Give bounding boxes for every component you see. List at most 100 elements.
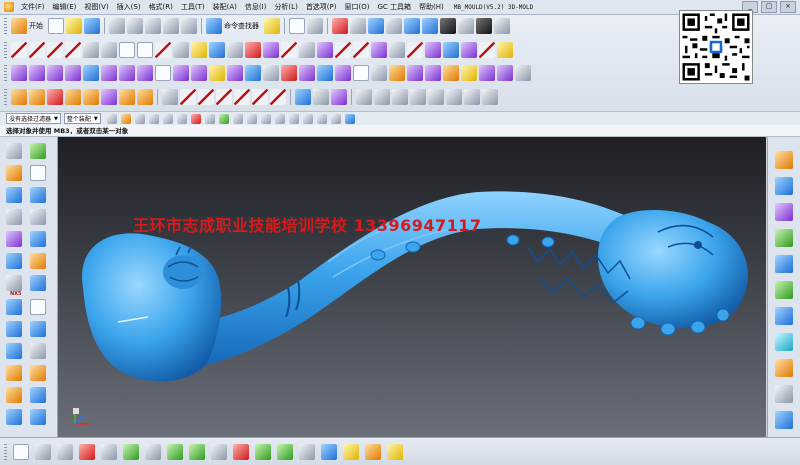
patch-icon[interactable] bbox=[353, 65, 369, 81]
type-filter-select[interactable]: 没有选择过滤器 ▼ bbox=[6, 113, 61, 124]
shell-icon[interactable] bbox=[331, 89, 347, 105]
endpoint-icon[interactable] bbox=[232, 113, 243, 124]
manufacturing-wizard-icon[interactable] bbox=[30, 231, 46, 247]
toolbar-grip[interactable] bbox=[4, 18, 7, 34]
measure-icon[interactable] bbox=[343, 443, 359, 460]
menu-assembly[interactable]: 装配(A) bbox=[209, 2, 241, 12]
swept-icon[interactable] bbox=[47, 65, 63, 81]
cut-icon[interactable] bbox=[109, 18, 125, 34]
law-extension-icon[interactable] bbox=[227, 65, 243, 81]
move-icon[interactable] bbox=[180, 89, 196, 105]
resource-icon-10[interactable] bbox=[775, 385, 793, 403]
quadrant-point-icon[interactable] bbox=[302, 113, 313, 124]
bridge-curve-icon[interactable] bbox=[299, 42, 315, 58]
snap-point-icon[interactable] bbox=[218, 113, 229, 124]
offset-surface-icon[interactable] bbox=[191, 65, 207, 81]
grid-icon[interactable] bbox=[446, 89, 462, 105]
resource-icon-4[interactable] bbox=[775, 229, 793, 247]
global-shape-icon[interactable] bbox=[497, 65, 513, 81]
blend-icon[interactable] bbox=[245, 65, 261, 81]
section-curve-icon[interactable] bbox=[371, 42, 387, 58]
web-browser-icon[interactable] bbox=[30, 187, 46, 203]
palette-icon[interactable] bbox=[30, 253, 46, 269]
scale-icon[interactable] bbox=[234, 89, 250, 105]
smooth-icon[interactable] bbox=[515, 65, 531, 81]
resource-icon-9[interactable] bbox=[775, 359, 793, 377]
menu-window[interactable]: 窗口(O) bbox=[341, 2, 374, 12]
line-icon[interactable] bbox=[11, 42, 27, 58]
toolbar-grip[interactable] bbox=[4, 89, 7, 105]
delete-icon[interactable] bbox=[233, 443, 249, 460]
show-icon[interactable] bbox=[277, 443, 293, 460]
part-navigator-icon[interactable] bbox=[30, 143, 46, 159]
brush-icon[interactable] bbox=[209, 65, 225, 81]
mold-cube-icon[interactable] bbox=[6, 299, 22, 315]
deform-icon[interactable] bbox=[479, 65, 495, 81]
menu-edit[interactable]: 编辑(E) bbox=[49, 2, 81, 12]
point-set-icon[interactable] bbox=[47, 42, 63, 58]
mesh-blue-icon[interactable] bbox=[443, 42, 459, 58]
slider-icon[interactable] bbox=[6, 387, 22, 403]
spline-icon[interactable] bbox=[65, 42, 81, 58]
cooling-icon[interactable] bbox=[6, 365, 22, 381]
open-folder-icon[interactable] bbox=[66, 18, 82, 34]
mold-wizard-icon[interactable] bbox=[30, 275, 46, 291]
hide-icon[interactable] bbox=[255, 443, 271, 460]
analysis-icon[interactable] bbox=[356, 89, 372, 105]
wave-icon[interactable] bbox=[461, 42, 477, 58]
menu-file[interactable]: 文件(F) bbox=[17, 2, 49, 12]
zebra-icon[interactable] bbox=[482, 89, 498, 105]
split-icon[interactable] bbox=[371, 65, 387, 81]
wcs-dynamic-icon[interactable] bbox=[123, 443, 139, 460]
toolbar-grip[interactable] bbox=[4, 42, 7, 58]
curve-analysis-icon[interactable] bbox=[392, 89, 408, 105]
lasso-icon[interactable] bbox=[204, 113, 215, 124]
offset-curve-icon[interactable] bbox=[281, 42, 297, 58]
toolbar-grip[interactable] bbox=[4, 65, 7, 81]
surface-orange-icon[interactable] bbox=[443, 65, 459, 81]
layer-icon[interactable] bbox=[307, 18, 323, 34]
revolve-icon[interactable] bbox=[29, 89, 45, 105]
toolbar-grip[interactable] bbox=[4, 443, 7, 460]
close-button[interactable]: × bbox=[780, 1, 796, 13]
mirror-icon[interactable] bbox=[216, 89, 232, 105]
view-icon[interactable] bbox=[494, 18, 510, 34]
arc-center-icon[interactable] bbox=[288, 113, 299, 124]
electrode-icon[interactable] bbox=[30, 365, 46, 381]
redo-icon[interactable] bbox=[181, 18, 197, 34]
wcs-origin-icon[interactable] bbox=[79, 443, 95, 460]
pencil-icon[interactable] bbox=[497, 42, 513, 58]
menu-insert[interactable]: 插入(S) bbox=[113, 2, 145, 12]
filter-settings-icon[interactable] bbox=[106, 113, 117, 124]
menu-analysis[interactable]: 分析(L) bbox=[270, 2, 301, 12]
constraint-navigator-icon[interactable] bbox=[30, 165, 46, 181]
undo-icon[interactable] bbox=[163, 18, 179, 34]
resource-icon-8[interactable] bbox=[775, 333, 793, 351]
start-icon[interactable] bbox=[11, 18, 27, 34]
select-edge-icon[interactable] bbox=[162, 113, 173, 124]
datum-icon[interactable] bbox=[189, 443, 205, 460]
command-finder-icon[interactable] bbox=[206, 18, 222, 34]
paste-icon[interactable] bbox=[145, 18, 161, 34]
intersect-curve-icon[interactable] bbox=[335, 42, 351, 58]
chamfer-icon[interactable] bbox=[270, 89, 286, 105]
section-icon[interactable] bbox=[464, 89, 480, 105]
feature-icon[interactable] bbox=[461, 65, 477, 81]
sync-icon[interactable] bbox=[295, 89, 311, 105]
text-icon[interactable] bbox=[227, 42, 243, 58]
variable-blend-icon[interactable] bbox=[317, 65, 333, 81]
info-icon[interactable] bbox=[289, 18, 305, 34]
point-on-face-icon[interactable] bbox=[330, 113, 341, 124]
surface-icon[interactable] bbox=[209, 42, 225, 58]
boss-icon[interactable] bbox=[137, 89, 153, 105]
orient-icon[interactable] bbox=[145, 443, 161, 460]
polygon-icon[interactable] bbox=[137, 42, 153, 58]
standard-part-icon[interactable] bbox=[6, 343, 22, 359]
insert-icon[interactable] bbox=[30, 321, 46, 337]
intersect-icon[interactable] bbox=[101, 89, 117, 105]
select-curve-icon[interactable] bbox=[176, 113, 187, 124]
rectangle-select-icon[interactable] bbox=[190, 113, 201, 124]
select-icon[interactable] bbox=[332, 18, 348, 34]
g-analysis-icon[interactable] bbox=[374, 89, 390, 105]
command-finder-label[interactable]: 命令查找器 bbox=[224, 21, 259, 31]
